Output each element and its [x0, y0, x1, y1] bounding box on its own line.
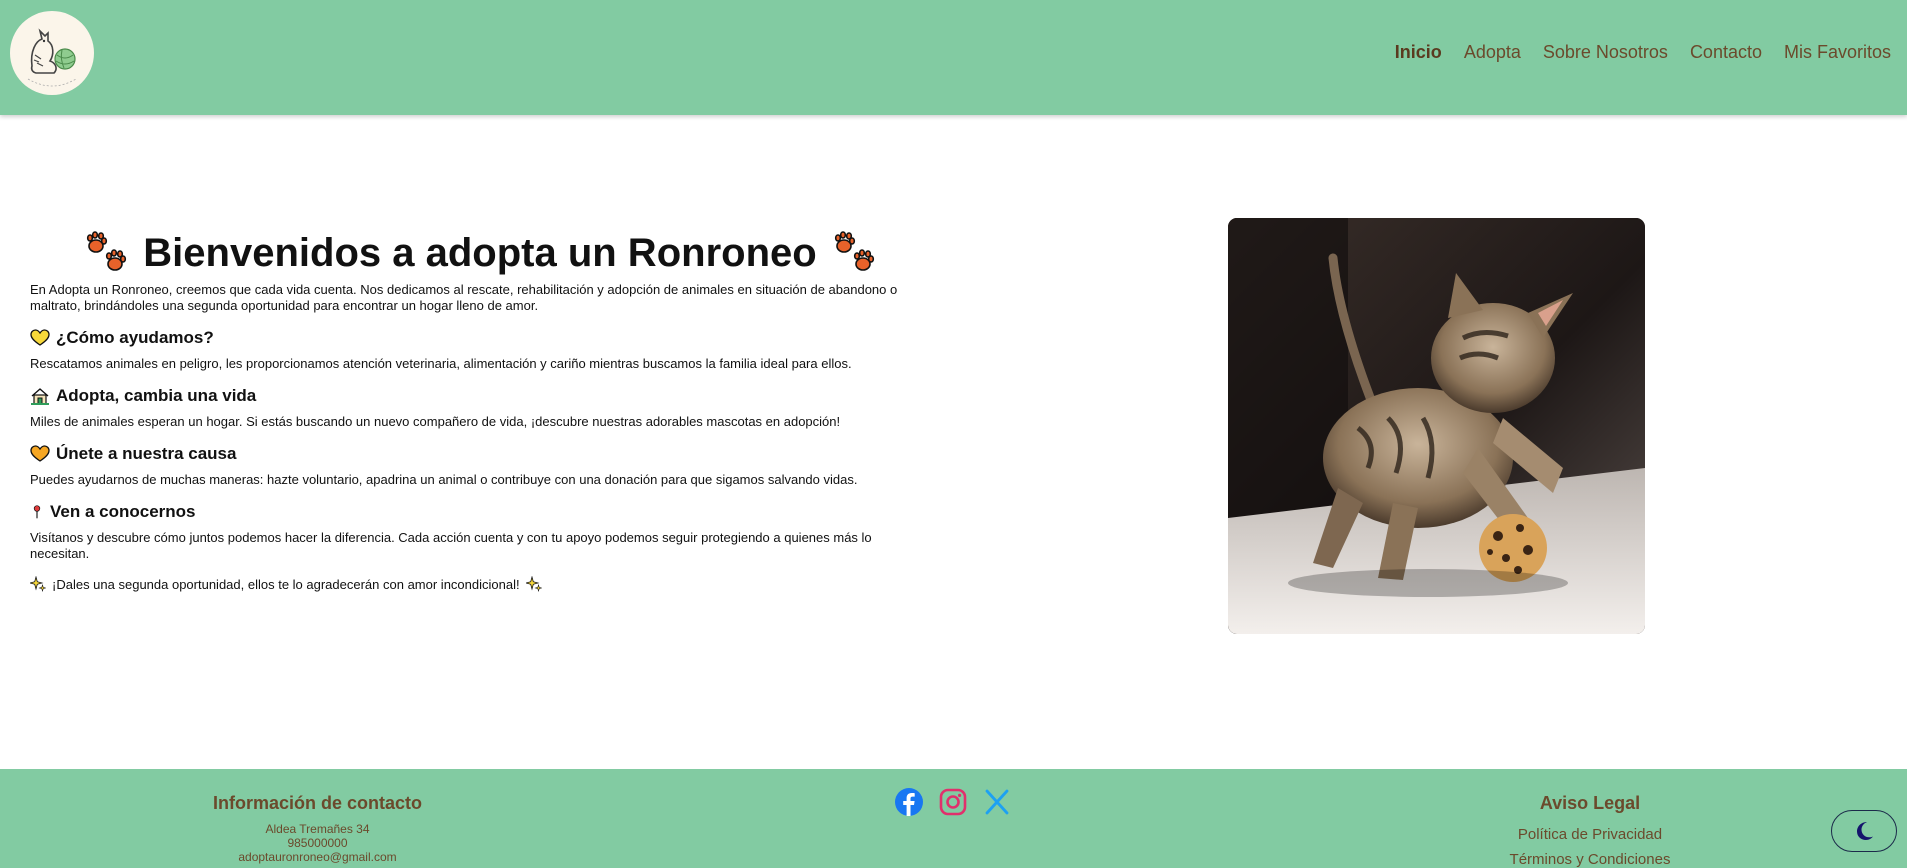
section-heading-text: ¿Cómo ayudamos? [56, 328, 214, 347]
paw-prints-icon [87, 231, 127, 271]
contact-email: adoptauronroneo@gmail.com [238, 850, 397, 864]
contact-phone: 985000000 [287, 836, 348, 850]
facebook-icon[interactable] [894, 787, 924, 817]
paw-prints-icon [834, 231, 874, 271]
section-heading: Ven a conocernos [30, 502, 930, 522]
nav-link-inicio[interactable]: Inicio [1395, 42, 1442, 63]
section-text: Puedes ayudarnos de muchas maneras: hazt… [30, 472, 858, 487]
main-nav: Inicio Adopta Sobre Nosotros Contacto Mi… [1395, 42, 1891, 63]
page-title-row: Bienvenidos a adopta un Ronroneo [30, 230, 930, 276]
closing-text: ¡Dales una segunda oportunidad, ellos te… [52, 576, 520, 592]
section-text: Visítanos y descubre cómo juntos podemos… [30, 530, 872, 561]
yellow-heart-icon [30, 329, 50, 346]
terms-link[interactable]: Términos y Condiciones [1480, 847, 1700, 868]
moon-icon [1857, 822, 1873, 840]
site-footer: Información de contacto Aldea Tremañes 3… [0, 769, 1907, 868]
nav-link-adopta[interactable]: Adopta [1464, 42, 1521, 63]
section-heading-text: Adopta, cambia una vida [56, 386, 257, 405]
sparkles-icon [525, 576, 542, 592]
contact-title: Información de contacto [212, 793, 423, 813]
contact-info: Información de contacto Aldea Tremañes 3… [180, 793, 455, 864]
social-links [894, 787, 1012, 817]
sparkles-icon [30, 576, 46, 592]
x-icon[interactable] [982, 787, 1012, 817]
privacy-policy-link[interactable]: Política de Privacidad [1480, 822, 1700, 847]
section-como-ayudamos: ¿Cómo ayudamos? Rescatamos animales en p… [30, 328, 930, 372]
section-heading: Adopta, cambia una vida [30, 386, 930, 406]
welcome-section: Bienvenidos a adopta un Ronroneo En Adop… [30, 230, 930, 592]
intro-text: En Adopta un Ronroneo, creemos que cada … [30, 282, 898, 313]
contact-address: Aldea Tremañes 34 [265, 822, 370, 836]
page: Inicio Adopta Sobre Nosotros Contacto Mi… [0, 0, 1907, 868]
section-heading: ¿Cómo ayudamos? [30, 328, 930, 348]
legal-links: Aviso Legal Política de Privacidad Térmi… [1480, 793, 1700, 868]
pin-icon [33, 505, 41, 519]
page-title: Bienvenidos a adopta un Ronroneo [143, 230, 817, 275]
section-heading: Únete a nuestra causa [30, 444, 930, 464]
nav-link-contacto[interactable]: Contacto [1690, 42, 1762, 63]
house-icon [31, 388, 49, 405]
section-unete: Únete a nuestra causa Puedes ayudarnos d… [30, 444, 930, 488]
section-heading-text: Únete a nuestra causa [56, 444, 237, 463]
section-ven: Ven a conocernos Visítanos y descubre có… [30, 502, 930, 562]
section-heading-text: Ven a conocernos [50, 502, 196, 521]
site-header: Inicio Adopta Sobre Nosotros Contacto Mi… [0, 0, 1907, 115]
nav-link-mis-favoritos[interactable]: Mis Favoritos [1784, 42, 1891, 63]
section-adopta: Adopta, cambia una vida Miles de animale… [30, 386, 930, 430]
section-text: Miles de animales esperan un hogar. Si e… [30, 414, 841, 429]
dark-mode-toggle[interactable] [1831, 810, 1897, 852]
closing-line: ¡Dales una segunda oportunidad, ellos te… [30, 576, 930, 592]
legal-title: Aviso Legal [1539, 793, 1641, 813]
kitten-photo [1228, 218, 1645, 634]
orange-heart-icon [30, 445, 50, 462]
nav-link-sobre-nosotros[interactable]: Sobre Nosotros [1543, 42, 1668, 63]
instagram-icon[interactable] [938, 787, 968, 817]
site-logo[interactable] [10, 11, 94, 95]
section-text: Rescatamos animales en peligro, les prop… [30, 356, 852, 371]
